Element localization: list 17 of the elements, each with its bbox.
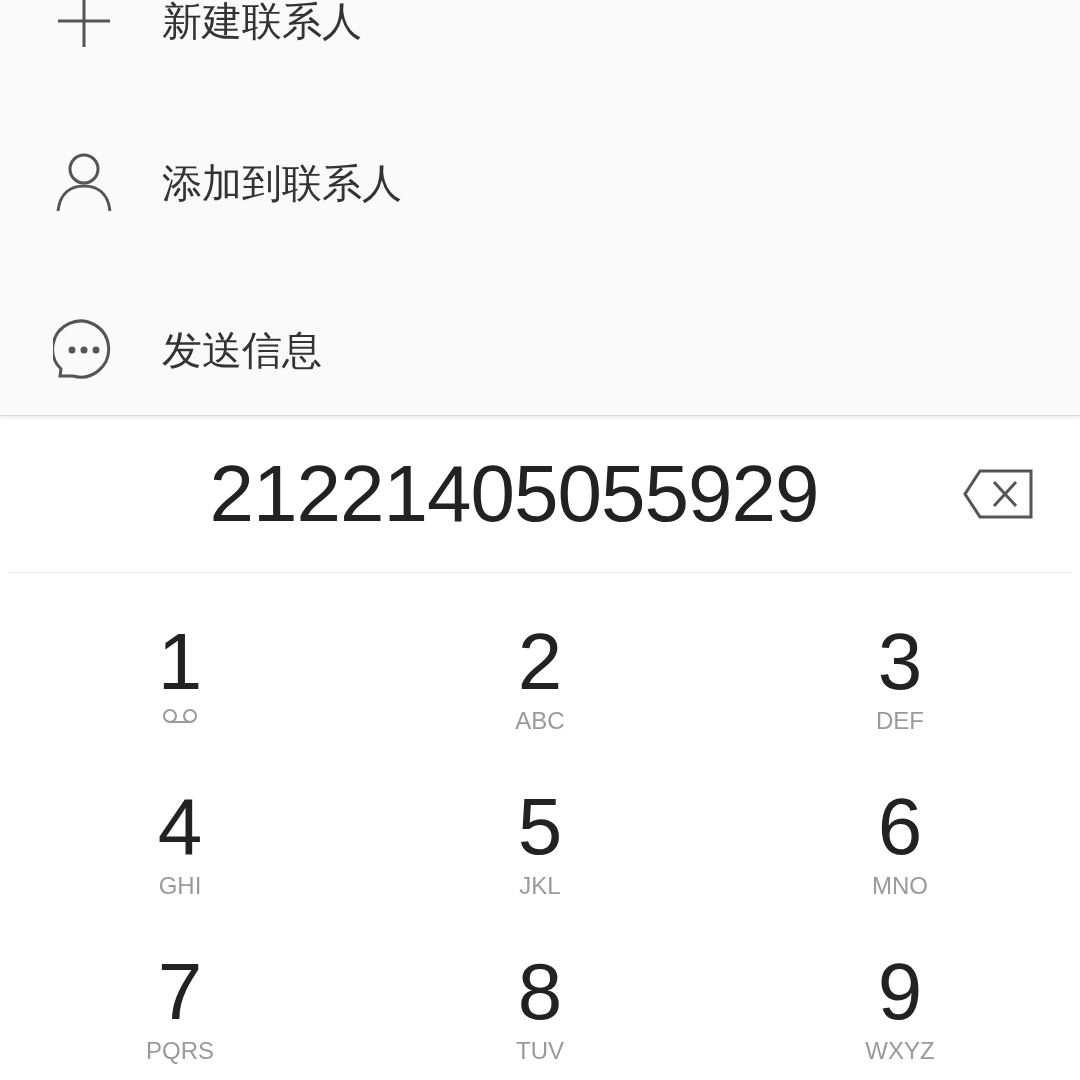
dial-key[interactable]: 4 GHI — [0, 783, 360, 901]
dial-key[interactable]: 6 MNO — [720, 783, 1080, 901]
voicemail-icon — [162, 708, 198, 724]
menu-item[interactable]: 发送信息 — [0, 266, 1080, 415]
plus-icon — [56, 0, 112, 49]
dial-key[interactable]: 9 WXYZ — [720, 948, 1080, 1066]
dial-key[interactable]: 1 — [0, 618, 360, 736]
person-icon — [55, 152, 113, 213]
menu-item[interactable]: 新建联系人 — [0, 0, 1080, 99]
dial-key[interactable]: 2 ABC — [360, 618, 720, 736]
menu-item[interactable]: 添加到联系人 — [0, 99, 1080, 266]
dial-key[interactable]: 3 DEF — [720, 618, 1080, 736]
backspace-icon — [962, 468, 1034, 520]
phone-number-display: 21221405055929 — [208, 454, 819, 534]
dial-key[interactable]: 5 JKL — [360, 783, 720, 901]
dial-key[interactable]: 8 TUV — [360, 948, 720, 1066]
dial-key[interactable]: 7 PQRS — [0, 948, 360, 1066]
